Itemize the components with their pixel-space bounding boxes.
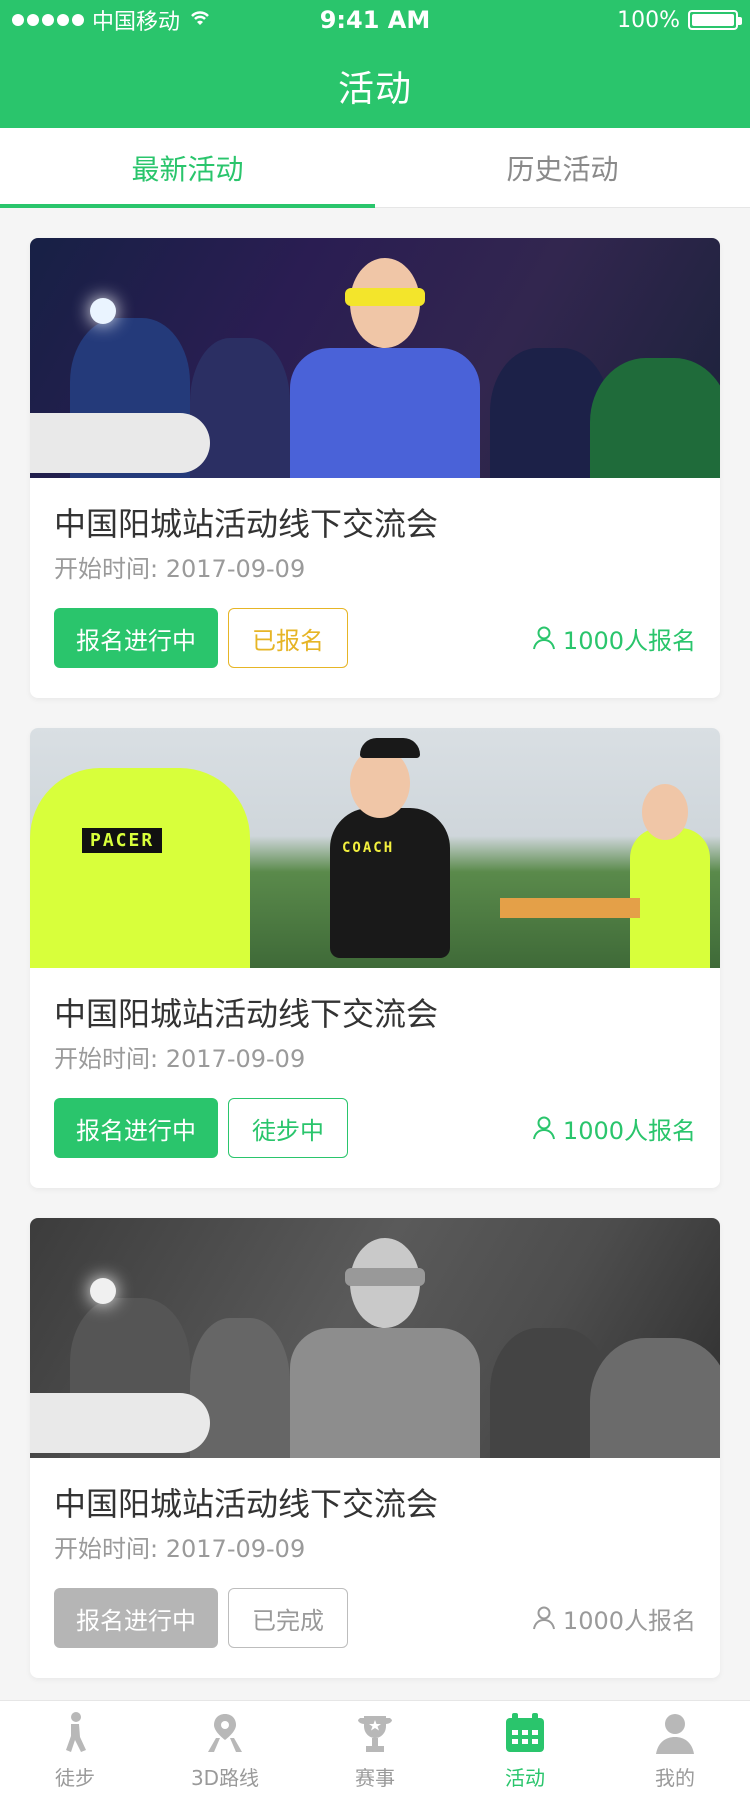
trophy-icon — [352, 1710, 398, 1756]
tab-hiking-label: 徒步 — [55, 1766, 95, 1790]
activity-image: PACER COACH — [30, 728, 720, 968]
tab-3d-route[interactable]: 3D路线 — [150, 1701, 300, 1800]
tab-3d-route-label: 3D路线 — [190, 1766, 260, 1790]
tab-latest-activities-label: 最新活动 — [131, 152, 244, 186]
tab-latest-activities[interactable]: 最新活动 — [0, 128, 375, 208]
wifi-icon — [188, 8, 212, 33]
signup-count-label: 1000人报名 — [562, 1116, 696, 1145]
activity-image — [30, 238, 720, 478]
tab-history-activities-label: 历史活动 — [506, 152, 619, 186]
carrier-label: 中国移动 — [92, 10, 181, 35]
tab-hiking[interactable]: 徒步 — [0, 1701, 150, 1800]
profile-icon — [652, 1710, 698, 1756]
activity-title: 中国阳城站活动线下交流会 — [54, 995, 439, 1033]
date-value: 2017-09-09 — [165, 555, 306, 583]
battery-icon — [688, 10, 742, 30]
card-footer: 报名进行中 已报名 1000人报名 — [54, 608, 696, 668]
activity-list: 中国阳城站活动线下交流会 开始时间: 2017-09-09 报名进行中 已报名 … — [30, 238, 720, 1708]
signal-dots-icon — [12, 14, 84, 26]
card-footer: 报名进行中 徒步中 1000人报名 — [54, 1098, 696, 1158]
hiking-in-progress-button[interactable]: 徒步中 — [228, 1098, 348, 1158]
calendar-icon — [502, 1710, 548, 1756]
signup-count: 1000人报名 — [531, 1111, 696, 1146]
user-icon — [531, 1115, 557, 1141]
completed-button[interactable]: 已完成 — [228, 1588, 348, 1648]
status-left: 中国移动 — [12, 4, 212, 36]
activity-card[interactable]: 中国阳城站活动线下交流会 开始时间: 2017-09-09 报名进行中 已完成 … — [30, 1218, 720, 1678]
tab-profile-label: 我的 — [655, 1766, 695, 1790]
activity-card[interactable]: PACER COACH 中国阳城站活动线下交流会 开始时间: 2017-09-0… — [30, 728, 720, 1188]
signup-count-label: 1000人报名 — [562, 1606, 696, 1635]
card-body: 中国阳城站活动线下交流会 开始时间: 2017-09-09 报名进行中 已完成 … — [30, 1458, 720, 1678]
tab-profile[interactable]: 我的 — [600, 1701, 750, 1800]
page-title: 活动 — [337, 69, 412, 110]
signup-count: 1000人报名 — [531, 1601, 696, 1636]
tab-history-activities[interactable]: 历史活动 — [375, 128, 750, 207]
signup-count-label: 1000人报名 — [562, 626, 696, 655]
tab-activities-label: 活动 — [505, 1766, 545, 1790]
tab-activities[interactable]: 活动 — [450, 1701, 600, 1800]
activity-date: 开始时间: 2017-09-09 — [54, 1532, 696, 1566]
tab-events-label: 赛事 — [355, 1766, 395, 1790]
activity-title: 中国阳城站活动线下交流会 — [54, 505, 439, 543]
tab-events[interactable]: 赛事 — [300, 1701, 450, 1800]
header: 中国移动 9:41 AM 100% 活动 — [0, 0, 750, 128]
signup-open-button[interactable]: 报名进行中 — [54, 1098, 218, 1158]
signup-closed-button[interactable]: 报名进行中 — [54, 1588, 218, 1648]
status-bar: 中国移动 9:41 AM 100% — [0, 0, 750, 40]
signup-open-button[interactable]: 报名进行中 — [54, 608, 218, 668]
date-label: 开始时间: — [54, 1535, 159, 1563]
bottom-tab-bar: 徒步 3D路线 赛事 活动 我的 — [0, 1700, 750, 1800]
date-value: 2017-09-09 — [165, 1045, 306, 1073]
activity-title: 中国阳城站活动线下交流会 — [54, 1485, 439, 1523]
activity-image — [30, 1218, 720, 1458]
battery-label: 100% — [617, 7, 680, 33]
activity-date: 开始时间: 2017-09-09 — [54, 552, 696, 586]
user-icon — [531, 1605, 557, 1631]
card-body: 中国阳城站活动线下交流会 开始时间: 2017-09-09 报名进行中 已报名 … — [30, 478, 720, 698]
user-icon — [531, 625, 557, 651]
signup-count: 1000人报名 — [531, 621, 696, 656]
date-value: 2017-09-09 — [165, 1535, 306, 1563]
card-footer: 报名进行中 已完成 1000人报名 — [54, 1588, 696, 1648]
status-right: 100% — [617, 7, 742, 33]
date-label: 开始时间: — [54, 1045, 159, 1073]
walking-icon — [52, 1710, 98, 1756]
segmented-tabs: 最新活动 历史活动 — [0, 128, 750, 208]
app-root: 中国移动 9:41 AM 100% 活动 最新活动 历史活动 中国阳城站活动线下… — [0, 0, 750, 1800]
route-pin-icon — [202, 1710, 248, 1756]
activity-date: 开始时间: 2017-09-09 — [54, 1042, 696, 1076]
date-label: 开始时间: — [54, 555, 159, 583]
registered-button[interactable]: 已报名 — [228, 608, 348, 668]
activity-card[interactable]: 中国阳城站活动线下交流会 开始时间: 2017-09-09 报名进行中 已报名 … — [30, 238, 720, 698]
card-body: 中国阳城站活动线下交流会 开始时间: 2017-09-09 报名进行中 徒步中 … — [30, 968, 720, 1188]
